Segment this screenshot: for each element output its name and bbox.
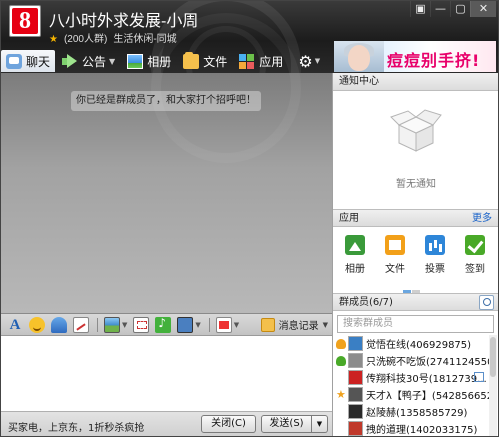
checkin-icon [465,235,485,255]
ad-banner[interactable]: 痘痘别手挤! [334,41,496,72]
doodle-icon[interactable] [73,316,89,333]
minimize-button[interactable]: — [430,1,450,17]
gear-icon[interactable]: ⚙ ▼ [298,50,320,72]
image-icon[interactable] [104,316,120,333]
member-row[interactable]: 只洗碗不吃饭(2741124550) [333,352,498,369]
app-album[interactable]: 相册 [337,235,373,275]
empty-box-icon [389,109,443,153]
group-avatar[interactable]: 8 [9,5,41,37]
star-icon: ★ [49,34,58,45]
member-row[interactable]: 赵陵赫(1358585729) [333,403,498,420]
message-area[interactable]: 你已经是群成员了，和大家打个招呼吧！ [1,13,332,313]
member-row[interactable]: ★ 天才λ【鸭子】(542856652) [333,386,498,403]
notice-center: 暂无通知 [333,91,498,209]
member-search-input[interactable]: 搜索群成员 [337,315,494,333]
gift-icon[interactable] [215,316,232,333]
tab-notice[interactable]: 公告 ▼ [57,50,120,72]
send-options-button[interactable]: ▼ [312,415,328,433]
message-history-button[interactable]: 消息记录 ▼ [260,317,328,332]
album-icon [345,235,365,255]
member-row[interactable]: 觉悟在线(406929875) [333,335,498,352]
text-ad-link[interactable]: 买家电，上京东，1折秒杀疯抢 [8,419,144,434]
right-panel: 通知中心 暂无通知 应用 更多 相册 文件 投票 签到 群成员(6/7) 搜索群… [332,73,498,436]
chevron-down-icon: ▼ [109,56,116,66]
chevron-down-icon[interactable]: ▼ [234,321,239,329]
album-icon [127,53,144,69]
avatar [348,404,363,419]
chevron-down-icon[interactable]: ▼ [122,321,127,329]
qq-group-chat-window: 8 八小时外求发展-小周 ★ (200人群) 生活休闲-同城 ▣ — ▢ ✕ 痘痘别… [0,0,499,437]
message-input[interactable] [1,336,332,411]
music-icon[interactable] [155,316,172,333]
close-button[interactable]: 关闭(C) [201,415,256,433]
empty-notice-text: 暂无通知 [396,179,436,190]
edit-icon[interactable] [474,372,484,382]
app-vote[interactable]: 投票 [417,235,453,275]
app-file[interactable]: 文件 [377,235,413,275]
avatar [348,370,363,385]
system-message: 你已经是群成员了，和大家打个招呼吧！ [71,91,261,111]
apps-pager[interactable] [403,283,429,306]
member-row[interactable]: 传翔科技30号(1812739... [333,369,498,386]
member-list-scrollbar[interactable] [489,335,497,436]
avatar [348,336,363,351]
group-info: ★ (200人群) 生活休闲-同城 [49,30,177,45]
avatar [348,353,363,368]
member-row[interactable]: 拽的道理(1402033175) [333,420,498,436]
members-header: 群成员(6/7) [333,293,498,311]
owner-icon [336,338,346,349]
shake-icon[interactable] [51,316,67,333]
ad-photo [334,41,384,72]
file-icon [385,235,405,255]
admin-icon [336,355,346,366]
chevron-down-icon[interactable]: ▼ [195,321,200,329]
star-icon: ★ [336,387,346,401]
scrollbar-thumb[interactable] [490,337,496,377]
vote-icon [425,235,445,255]
screenshot-icon[interactable] [133,316,150,333]
skin-button[interactable]: ▣ [410,1,430,17]
group-title[interactable]: 八小时外求发展-小周 [49,7,198,31]
group-logo: 8 [12,8,38,34]
apps-more-link[interactable]: 更多 [472,210,492,228]
window-controls: ▣ — ▢ ✕ [410,1,496,17]
chat-icon [6,53,22,69]
history-icon [260,317,275,332]
avatar [348,387,363,402]
search-icon[interactable] [479,295,494,310]
ad-banner-text: 痘痘别手挤! [387,51,481,70]
apps-header: 应用 更多 [333,209,498,227]
avatar [348,421,363,436]
apps-panel: 相册 文件 投票 签到 [333,227,498,306]
close-window-button[interactable]: ✕ [470,1,496,17]
app-checkin[interactable]: 签到 [457,235,493,275]
input-toolbar: A ▼ ▼ ▼ 消息记录 ▼ [1,313,332,335]
tab-chat[interactable]: 聊天 [1,50,56,72]
maximize-button[interactable]: ▢ [450,1,470,17]
member-count: (200人群) [63,34,108,45]
monitor-icon[interactable] [177,316,194,333]
notice-center-header: 通知中心 [333,73,498,91]
bottom-bar: 买家电，上京东，1折秒杀疯抢 关闭(C) 发送(S) ▼ [1,411,332,436]
member-list: 觉悟在线(406929875) 只洗碗不吃饭(2741124550) 传翔科技3… [333,335,498,436]
megaphone-icon [62,53,78,69]
chevron-down-icon: ▼ [322,320,328,329]
emoji-icon[interactable] [29,316,45,333]
font-icon[interactable]: A [7,317,23,333]
send-button[interactable]: 发送(S) [261,415,312,433]
